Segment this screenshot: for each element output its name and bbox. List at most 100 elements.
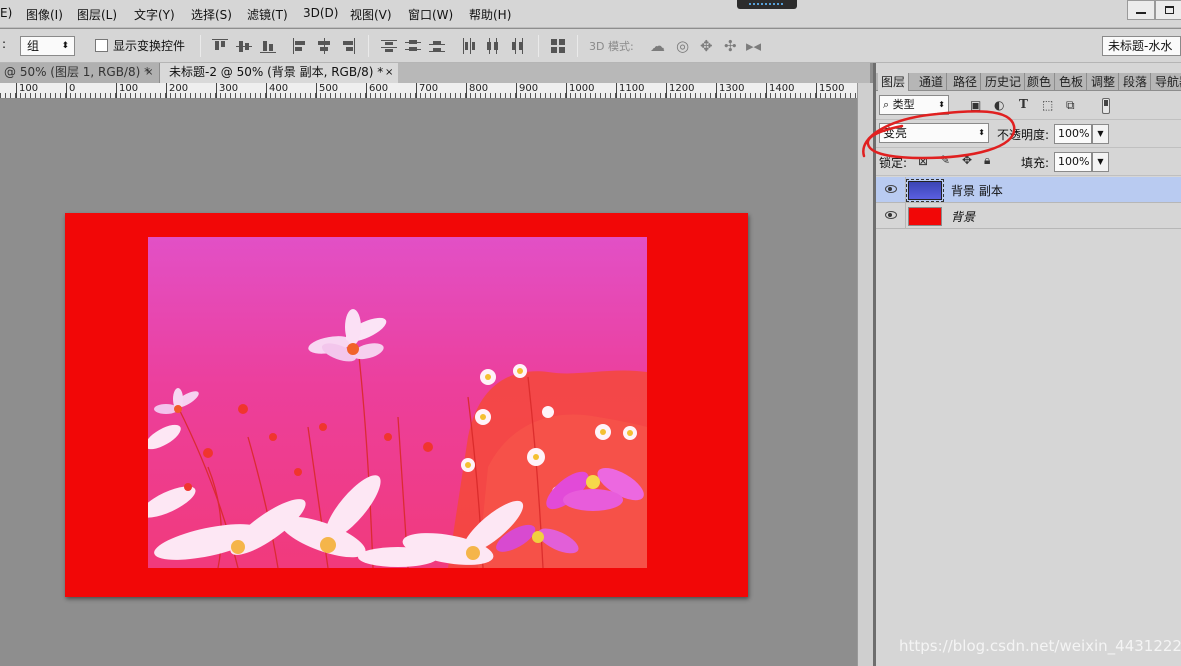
align-hcenter-icon[interactable] [316,38,332,54]
tab-channels[interactable]: 通道 [916,73,948,91]
roll-3d-icon[interactable]: ◎ [676,37,689,55]
horizontal-ruler: 100 0 100 200 300 400 500 600 700 800 90… [0,83,857,99]
layer-background[interactable]: 背景 [876,203,1181,229]
minimize-button[interactable] [1127,0,1155,20]
show-transform-checkbox[interactable] [95,39,108,52]
scale-3d-icon[interactable]: ▸◂ [746,37,761,55]
filter-toggle[interactable] [1102,98,1110,114]
drag-3d-icon[interactable]: ✥ [700,37,713,55]
distribute-top-icon[interactable] [381,38,397,54]
toolbar-separator [368,35,369,57]
tab-paragraph[interactable]: 段落 [1120,73,1152,91]
menu-help[interactable]: 帮助(H) [469,6,511,23]
slide-3d-icon[interactable]: ✣ [724,37,737,55]
chevron-down-icon: ▼ [1097,129,1104,138]
ruler-label: 300 [216,83,238,98]
toolbar-separator [577,35,578,57]
tab-label: @ 50% (图层 1, RGB/8) * [4,65,151,79]
shape-filter-icon[interactable]: ⬚ [1042,98,1053,112]
distribute-right-icon[interactable] [509,38,525,54]
opacity-input[interactable]: 100% [1054,124,1092,144]
align-right-icon[interactable] [340,38,356,54]
blend-row: 变亮 ⬍ 不透明度: 100% ▼ [876,120,1181,148]
tab-layers[interactable]: 图层 [878,73,910,91]
align-top-icon[interactable] [212,38,228,54]
filter-kind-value: 类型 [892,98,915,111]
opacity-dropdown[interactable]: ▼ [1092,124,1109,144]
ruler-label: 1100 [616,83,644,98]
lock-all-icon[interactable]: 🔒︎ [984,153,990,168]
options-prefix: : [2,37,7,51]
flower-illustration [148,309,647,568]
fill-dropdown[interactable]: ▼ [1092,152,1109,172]
layer-filter-row: ⌕ 类型 ⬍ ▣ ◐ T ⬚ ⧉ [876,92,1181,120]
workspace-value: 未标题-水水 [1108,39,1173,53]
adjustment-filter-icon[interactable]: ◐ [994,98,1004,112]
close-icon[interactable]: × [385,63,393,82]
layers-list: 背景 副本 背景 [876,177,1181,666]
ruler-label: 1300 [716,83,744,98]
menu-type[interactable]: 文字(Y) [134,6,175,23]
blend-mode-dropdown[interactable]: 变亮 ⬍ [879,123,989,143]
canvas-area[interactable] [0,99,857,666]
tab-navigator[interactable]: 导航器 [1152,73,1181,91]
document-canvas[interactable] [65,213,748,597]
ruler-label: 100 [16,83,38,98]
menu-window[interactable]: 窗口(W) [408,6,453,23]
menu-layer[interactable]: 图层(L) [77,6,117,23]
menu-image[interactable]: 图像(I) [26,6,63,23]
menu-select[interactable]: 选择(S) [191,6,232,23]
lock-move-icon[interactable]: ✥ [962,153,972,167]
filter-kind-dropdown[interactable]: ⌕ 类型 ⬍ [879,95,949,115]
mode-3d-label: 3D 模式: [589,40,634,53]
tab-swatches[interactable]: 色板 [1056,73,1088,91]
restore-button[interactable] [1155,0,1181,20]
auto-align-icon[interactable] [550,38,566,54]
align-vcenter-icon[interactable] [236,38,252,54]
layer-name[interactable]: 背景 [951,208,975,225]
menu-view[interactable]: 视图(V) [350,6,392,23]
tab-history[interactable]: 历史记 [982,73,1026,91]
tab-adjustments[interactable]: 调整 [1088,73,1120,91]
align-bottom-icon[interactable] [260,38,276,54]
tab-layer1-document[interactable]: @ 50% (图层 1, RGB/8) * × [0,63,160,83]
ruler-label: 400 [266,83,288,98]
show-transform-label: 显示变换控件 [113,39,186,53]
ruler-label: 800 [466,83,488,98]
updown-arrow-icon: ⬍ [938,100,945,109]
menu-edit[interactable]: E) [0,6,12,20]
ruler-label: 600 [366,83,388,98]
document-tabs: @ 50% (图层 1, RGB/8) * × 未标题-2 @ 50% (背景 … [0,63,870,83]
pixel-filter-icon[interactable]: ▣ [970,98,981,112]
ruler-label: 500 [316,83,338,98]
distribute-bottom-icon[interactable] [429,38,445,54]
rotate-3d-icon[interactable]: ☁ [650,37,665,55]
smart-object-filter-icon[interactable]: ⧉ [1066,98,1075,113]
tab-color[interactable]: 颜色 [1024,73,1056,91]
menu-filter[interactable]: 滤镜(T) [247,6,288,23]
lock-row: 锁定: ⊠ ✎ ✥ 🔒︎ 填充: 100% ▼ [876,148,1181,176]
auto-select-value: 组 [27,39,40,53]
lock-brush-icon[interactable]: ✎ [940,153,950,167]
ruler-label: 900 [516,83,538,98]
distribute-left-icon[interactable] [461,38,477,54]
layer-name[interactable]: 背景 副本 [951,182,1003,199]
fill-input[interactable]: 100% [1054,152,1092,172]
photoshop-window: E) 图像(I) 图层(L) 文字(Y) 选择(S) 滤镜(T) 3D(D) 视… [0,0,1181,666]
menu-3d[interactable]: 3D(D) [303,6,338,20]
distribute-hcenter-icon[interactable] [485,38,501,54]
lock-transparent-icon[interactable]: ⊠ [918,154,928,168]
tab-untitled-2[interactable]: 未标题-2 @ 50% (背景 副本, RGB/8) * × [160,63,398,83]
close-icon[interactable]: × [145,63,153,82]
ruler-label: 700 [416,83,438,98]
vertical-scrollbar[interactable] [857,83,873,666]
tab-paths[interactable]: 路径 [950,73,982,91]
layer-background-copy[interactable]: 背景 副本 [876,177,1181,203]
text-filter-icon[interactable]: T [1019,97,1028,111]
align-left-icon[interactable] [292,38,308,54]
auto-select-dropdown[interactable]: 组 ⬍ [20,36,75,56]
distribute-vcenter-icon[interactable] [405,38,421,54]
workspace-dropdown[interactable]: 未标题-水水 [1102,36,1181,56]
eye-icon[interactable] [885,185,897,193]
eye-icon[interactable] [885,211,897,219]
